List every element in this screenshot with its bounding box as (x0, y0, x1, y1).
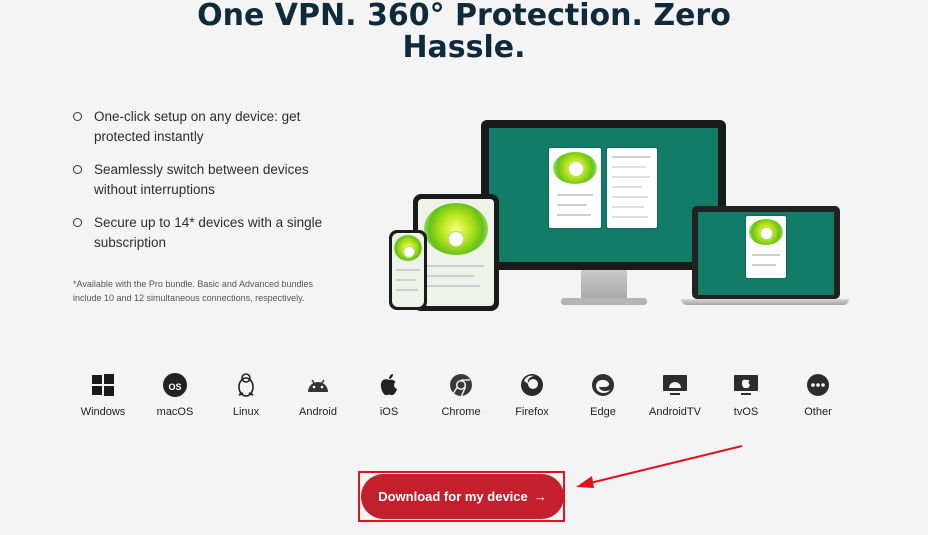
firefox-icon (521, 374, 543, 396)
chrome-icon (450, 374, 472, 397)
download-button-label: Download for my device (378, 489, 528, 504)
apple-tv-icon (734, 375, 758, 395)
platform-macos[interactable]: OS macOS (139, 370, 211, 418)
platform-android[interactable]: Android (282, 370, 354, 418)
apple-icon (380, 374, 397, 396)
svg-text:OS: OS (168, 382, 181, 392)
feature-text: One-click setup on any device: get prote… (94, 109, 301, 144)
feature-text: Secure up to 14* devices with a single s… (94, 215, 323, 250)
platform-ios[interactable]: iOS (353, 370, 425, 418)
download-button[interactable]: Download for my device → (361, 474, 564, 519)
linux-icon (238, 373, 254, 397)
platform-label: Chrome (441, 406, 481, 418)
feature-item: Secure up to 14* devices with a single s… (70, 213, 340, 253)
edge-icon (592, 374, 614, 396)
platform-label: Other (804, 406, 832, 418)
devices-illustration (385, 118, 855, 313)
platform-label: Android (299, 406, 337, 418)
platform-androidtv[interactable]: AndroidTV (639, 370, 711, 418)
platform-label: Firefox (515, 406, 549, 418)
platform-list: Windows OS macOS Linux Android iOS Chrom… (67, 370, 867, 430)
platform-label: iOS (379, 406, 399, 418)
feature-item: One-click setup on any device: get prote… (70, 107, 340, 147)
platform-label: AndroidTV (649, 406, 701, 418)
feature-text: Seamlessly switch between devices withou… (94, 162, 309, 197)
platform-edge[interactable]: Edge (567, 370, 639, 418)
feature-list: One-click setup on any device: get prote… (70, 107, 340, 266)
android-icon (308, 379, 328, 392)
platform-linux[interactable]: Linux (210, 370, 282, 418)
annotation-arrow (576, 445, 743, 488)
platform-windows[interactable]: Windows (67, 370, 139, 418)
page-headline: One VPN. 360° Protection. Zero Hassle. (197, 0, 731, 65)
windows-icon (92, 374, 114, 396)
platform-label: tvOS (733, 406, 759, 418)
footnote: *Available with the Pro bundle. Basic an… (73, 279, 313, 303)
bullet-circle-icon (73, 218, 82, 227)
macos-icon: OS (163, 373, 187, 397)
platform-label: Windows (80, 406, 126, 418)
platform-label: macOS (156, 406, 194, 418)
platform-other[interactable]: Other (782, 370, 854, 418)
bullet-circle-icon (73, 165, 82, 174)
more-icon (807, 374, 829, 396)
android-tv-icon (663, 375, 687, 395)
arrow-right-icon: → (533, 489, 547, 504)
platform-chrome[interactable]: Chrome (425, 370, 497, 418)
platform-firefox[interactable]: Firefox (496, 370, 568, 418)
platform-tvos[interactable]: tvOS (710, 370, 782, 418)
platform-label: Edge (590, 406, 616, 418)
feature-item: Seamlessly switch between devices withou… (70, 160, 340, 200)
bullet-circle-icon (73, 112, 82, 121)
platform-label: Linux (232, 406, 260, 418)
